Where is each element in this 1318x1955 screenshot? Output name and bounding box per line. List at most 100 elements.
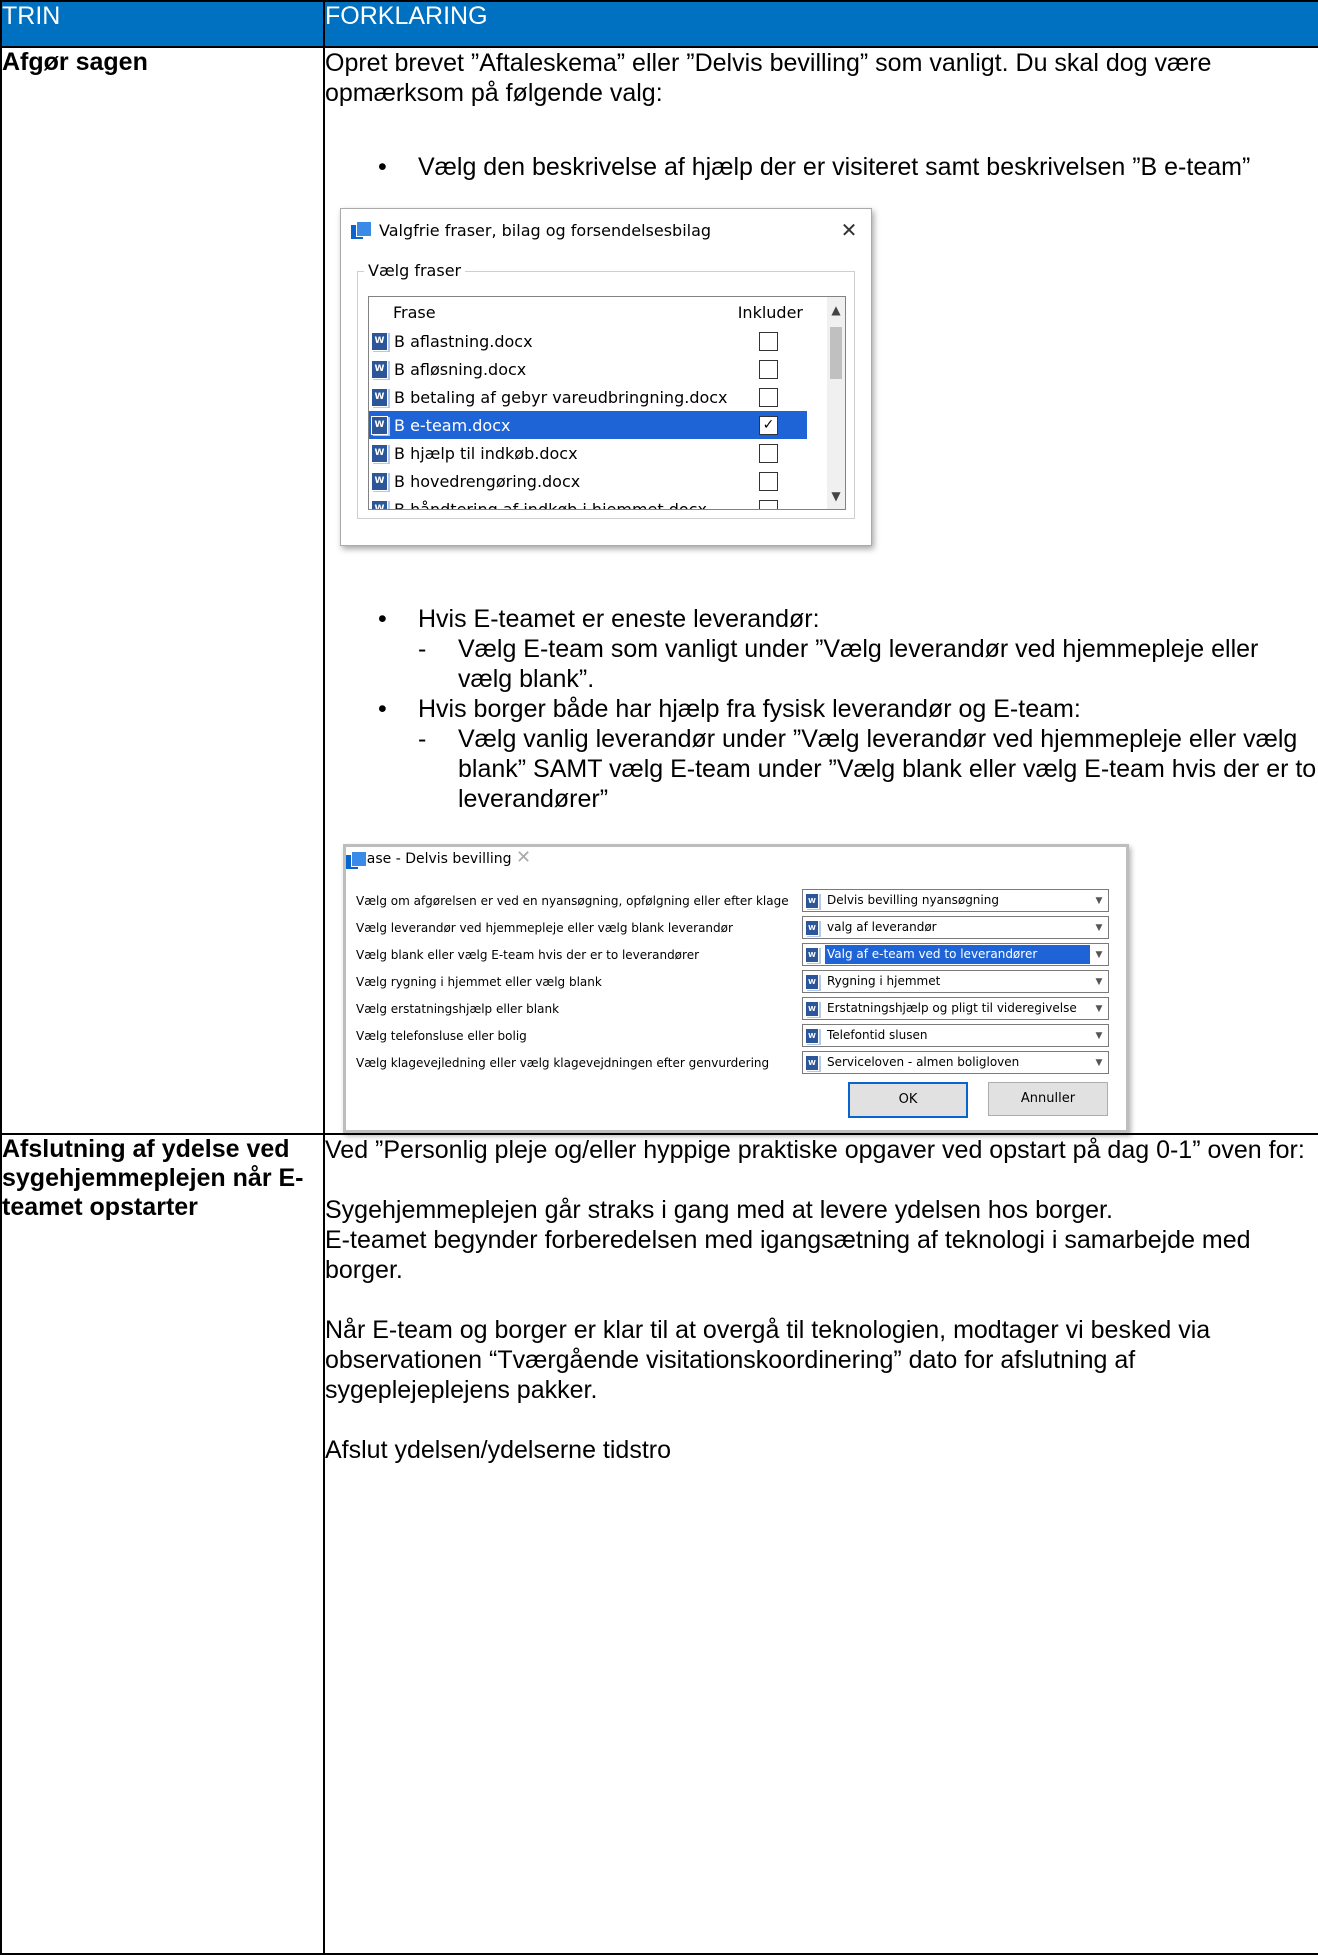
list-item-name: B hovedrengøring.docx <box>394 471 581 491</box>
word-document-icon: W <box>805 1000 819 1017</box>
bullet-text: Hvis E-teamet er eneste leverandør: <box>418 605 820 633</box>
word-document-icon: W <box>805 1027 819 1044</box>
form-label: Vælg blank eller vælg E-team hvis der er… <box>356 947 700 962</box>
form-label: Vælg klagevejledning eller vælg klagevej… <box>356 1055 770 1070</box>
dropdown-value: Serviceloven - almen boligloven <box>827 1055 1020 1069</box>
include-checkbox-checked[interactable]: ✓ <box>759 416 778 435</box>
form-row: Vælg telefonsluse eller bolig W Telefont… <box>346 1022 1126 1049</box>
step-label: Afslutning af ydelse ved sygehjemmepleje… <box>0 1133 325 1955</box>
word-document-icon: W <box>805 946 819 963</box>
dash-item: Vælg vanlig leverandør under ”Vælg lever… <box>418 724 1318 814</box>
chevron-up-icon[interactable]: ▲ <box>827 303 845 317</box>
list-item-name: B e-team.docx <box>394 415 511 435</box>
instruction-table: TRIN FORKLARING Afgør sagen Opret brevet… <box>0 0 1318 1955</box>
form-row: Vælg blank eller vælg E-team hvis der er… <box>346 941 1126 968</box>
chevron-down-icon[interactable]: ▼ <box>1090 1031 1108 1041</box>
list-item-name: B afløsning.docx <box>394 359 527 379</box>
delvis-bevilling-dialog: Frase - Delvis bevilling ✕ Vælg om afgør… <box>343 844 1129 1133</box>
list-item[interactable]: W B hovedrengøring.docx <box>369 467 807 495</box>
dash-list: Vælg E-team som vanligt under ”Vælg leve… <box>418 634 1318 694</box>
phrase-dropdown[interactable]: W Telefontid slusen ▼ <box>802 1024 1109 1047</box>
phrase-dropdown[interactable]: W Rygning i hjemmet ▼ <box>802 970 1109 993</box>
dash-item: Vælg E-team som vanligt under ”Vælg leve… <box>418 634 1318 694</box>
table-row: Afgør sagen Opret brevet ”Aftaleskema” e… <box>0 46 1318 1135</box>
list-item-name: B håndtering af indkøb i hjemmet.docx <box>394 499 707 510</box>
scrollbar-thumb[interactable] <box>830 327 842 379</box>
dropdown-value: valg af leverandør <box>827 920 937 934</box>
form-label: Vælg rygning i hjemmet eller vælg blank <box>356 974 602 989</box>
chevron-down-icon[interactable]: ▼ <box>1090 1004 1108 1014</box>
form-label: Vælg om afgørelsen er ved en nyansøgning… <box>356 893 789 908</box>
form-row: Vælg leverandør ved hjemmepleje eller væ… <box>346 914 1126 941</box>
app-window-icon <box>351 221 372 239</box>
include-checkbox[interactable] <box>759 444 778 463</box>
form-row: Vælg rygning i hjemmet eller vælg blank … <box>346 968 1126 995</box>
word-document-icon: W <box>371 443 388 463</box>
cancel-button[interactable]: Annuller <box>988 1082 1108 1116</box>
dialog-titlebar: Valgfrie fraser, bilag og forsendelsesbi… <box>341 209 871 251</box>
ok-button[interactable]: OK <box>848 1082 968 1118</box>
close-icon[interactable]: ✕ <box>837 218 861 242</box>
paragraph: Afslut ydelsen/ydelserne tidstro <box>325 1436 672 1464</box>
list-item[interactable]: W B hjælp til indkøb.docx <box>369 439 807 467</box>
phrase-dropdown-selected[interactable]: W Valg af e-team ved to leverandører ▼ <box>802 943 1109 966</box>
bullet-list: Vælg den beskrivelse af hjælp der er vis… <box>325 152 1318 182</box>
table-row: Afslutning af ydelse ved sygehjemmepleje… <box>0 1133 1318 1955</box>
word-document-icon: W <box>805 892 819 909</box>
dropdown-value: Valg af e-team ved to leverandører <box>825 945 1090 964</box>
word-document-icon: W <box>805 973 819 990</box>
phrases-dialog: Valgfrie fraser, bilag og forsendelsesbi… <box>340 208 872 546</box>
phrase-dropdown[interactable]: W valg af leverandør ▼ <box>802 916 1109 939</box>
dash-list: Vælg vanlig leverandør under ”Vælg lever… <box>418 724 1318 814</box>
include-checkbox[interactable] <box>759 500 778 509</box>
chevron-down-icon[interactable]: ▼ <box>1090 1058 1108 1068</box>
table-header-row: TRIN FORKLARING <box>0 0 1318 48</box>
group-label: Vælg fraser <box>364 261 466 280</box>
list-item-name: B hjælp til indkøb.docx <box>394 443 578 463</box>
column-header-inkluder[interactable]: Inkluder <box>733 303 803 322</box>
chevron-down-icon[interactable]: ▼ <box>1090 950 1108 960</box>
word-document-icon: W <box>371 359 388 379</box>
list-item[interactable]: W B afløsning.docx <box>369 355 807 383</box>
word-document-icon: W <box>371 499 388 509</box>
chevron-down-icon[interactable]: ▼ <box>1090 896 1108 906</box>
step-label: Afgør sagen <box>0 46 325 1135</box>
list-item[interactable]: W B aflastning.docx <box>369 327 807 355</box>
phrases-group: Vælg fraser Frase Inkluder W B aflastnin… <box>357 261 855 519</box>
list-item[interactable]: W B håndtering af indkøb i hjemmet.docx <box>369 495 807 510</box>
scrollbar[interactable]: ▲ ▼ <box>827 297 845 509</box>
phrase-dropdown[interactable]: W Delvis bevilling nyansøgning ▼ <box>802 889 1109 912</box>
include-checkbox[interactable] <box>759 388 778 407</box>
chevron-down-icon[interactable]: ▼ <box>827 489 845 503</box>
dropdown-value: Delvis bevilling nyansøgning <box>827 893 999 907</box>
phrase-dropdown[interactable]: W Serviceloven - almen boligloven ▼ <box>802 1051 1109 1074</box>
header-trin: TRIN <box>0 0 325 48</box>
dialog-title: Frase - Delvis bevilling <box>354 851 512 867</box>
word-document-icon: W <box>371 471 388 491</box>
chevron-down-icon[interactable]: ▼ <box>1090 923 1108 933</box>
include-checkbox[interactable] <box>759 332 778 351</box>
bullet-item: Hvis E-teamet er eneste leverandør: Vælg… <box>325 604 1318 694</box>
dropdown-value: Telefontid slusen <box>827 1028 928 1042</box>
step-explanation: Ved ”Personlig pleje og/eller hyppige pr… <box>323 1133 1318 1955</box>
paragraph: Når E-team og borger er klar til at over… <box>325 1316 1211 1404</box>
form-label: Vælg leverandør ved hjemmepleje eller væ… <box>356 920 733 935</box>
bullet-list: Hvis E-teamet er eneste leverandør: Vælg… <box>325 604 1318 814</box>
phrase-dropdown[interactable]: W Erstatningshjælp og pligt til videregi… <box>802 997 1109 1020</box>
list-item-selected[interactable]: W B e-team.docx ✓ <box>369 411 807 439</box>
chevron-down-icon[interactable]: ▼ <box>1090 977 1108 987</box>
paragraph: E-teamet begynder forberedelsen med igan… <box>325 1226 1251 1284</box>
dialog-titlebar: Frase - Delvis bevilling ✕ <box>346 847 1126 881</box>
include-checkbox[interactable] <box>759 360 778 379</box>
close-icon[interactable]: ✕ <box>516 847 531 868</box>
include-checkbox[interactable] <box>759 472 778 491</box>
list-header: Frase Inkluder <box>369 297 845 327</box>
dropdown-value: Rygning i hjemmet <box>827 974 941 988</box>
word-document-icon: W <box>805 1054 819 1071</box>
dialog-buttons: OK Annuller <box>346 1076 1126 1130</box>
phrases-listview[interactable]: Frase Inkluder W B aflastning.docx W B a… <box>368 296 846 510</box>
list-item-name: B aflastning.docx <box>394 331 533 351</box>
column-header-frase[interactable]: Frase <box>369 303 733 322</box>
form-label: Vælg erstatningshjælp eller blank <box>356 1001 560 1016</box>
list-item[interactable]: W B betaling af gebyr vareudbringning.do… <box>369 383 807 411</box>
